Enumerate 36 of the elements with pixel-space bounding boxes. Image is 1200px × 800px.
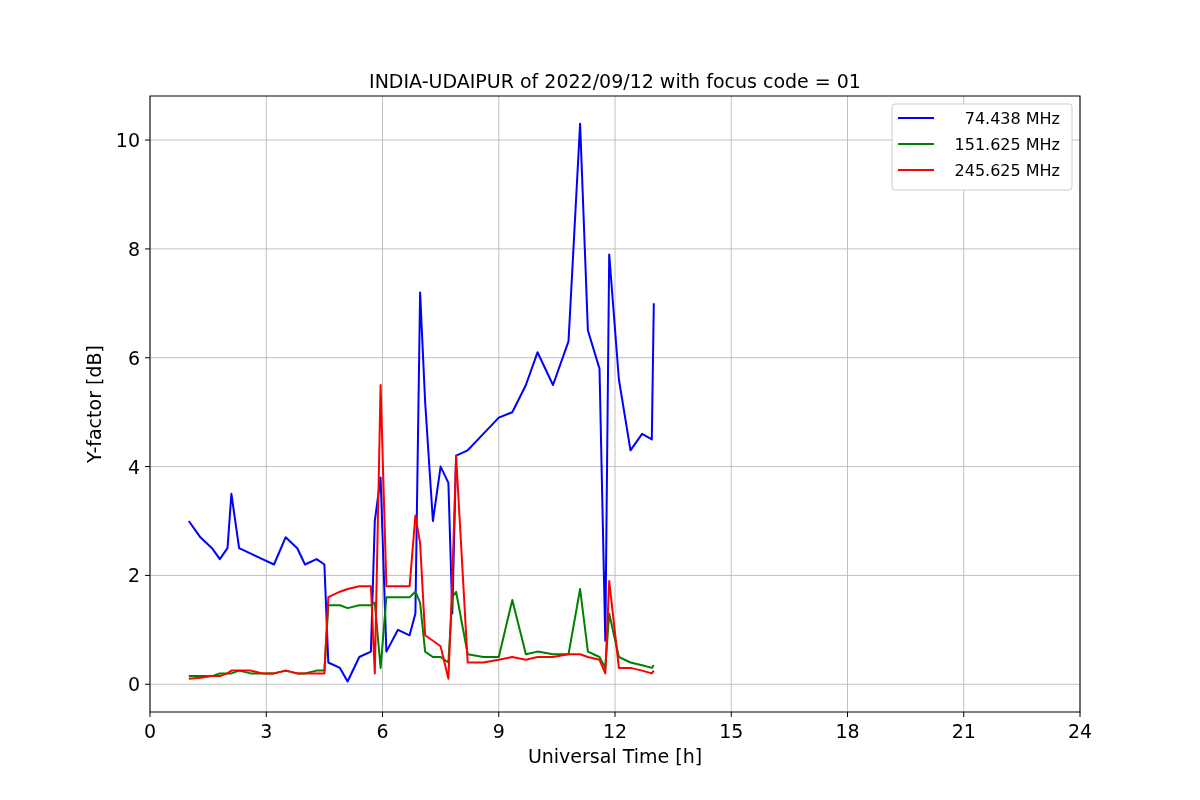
- tick-mark: [265, 711, 267, 718]
- tick-label: 0: [127, 673, 140, 696]
- tick-label: 18: [835, 720, 860, 742]
- tick-label: 12: [602, 720, 628, 742]
- x-axis-label: Universal Time [h]: [527, 745, 703, 767]
- tick-mark: [149, 711, 151, 718]
- tick-label: 10: [115, 129, 140, 152]
- tick-mark: [144, 357, 151, 359]
- tick-mark: [730, 711, 732, 718]
- tick-mark: [847, 711, 848, 718]
- legend-label: 74.438 MHz: [964, 109, 1060, 128]
- y-axis-label: Y-factor [dB]: [83, 345, 105, 463]
- tick-label: 0: [143, 720, 157, 742]
- tick-mark: [382, 711, 383, 718]
- tick-label: 6: [127, 346, 140, 369]
- tick-label: 9: [492, 720, 505, 742]
- tick-label: 6: [376, 720, 389, 742]
- legend-label: 245.625 MHz: [954, 161, 1060, 180]
- tick-mark: [144, 139, 151, 141]
- tick-mark: [963, 711, 965, 718]
- tick-label: 3: [260, 720, 273, 742]
- tick-mark: [144, 574, 151, 576]
- tick-label: 8: [127, 237, 140, 260]
- tick-mark: [614, 711, 616, 718]
- tick-mark: [144, 248, 151, 250]
- chart-title: INDIA-UDAIPUR of 2022/09/12 with focus code = 01: [369, 70, 861, 92]
- tick-label: 2: [127, 564, 140, 587]
- tick-mark: [1079, 711, 1081, 718]
- tick-label: 21: [951, 720, 976, 742]
- tick-mark: [498, 711, 500, 718]
- legend-label: 151.625 MHz: [954, 135, 1060, 154]
- tick-mark: [144, 466, 151, 468]
- tick-mark: [144, 683, 151, 685]
- tick-label: 4: [127, 455, 140, 478]
- tick-label: 24: [1067, 720, 1093, 742]
- tick-label: 15: [719, 720, 744, 742]
